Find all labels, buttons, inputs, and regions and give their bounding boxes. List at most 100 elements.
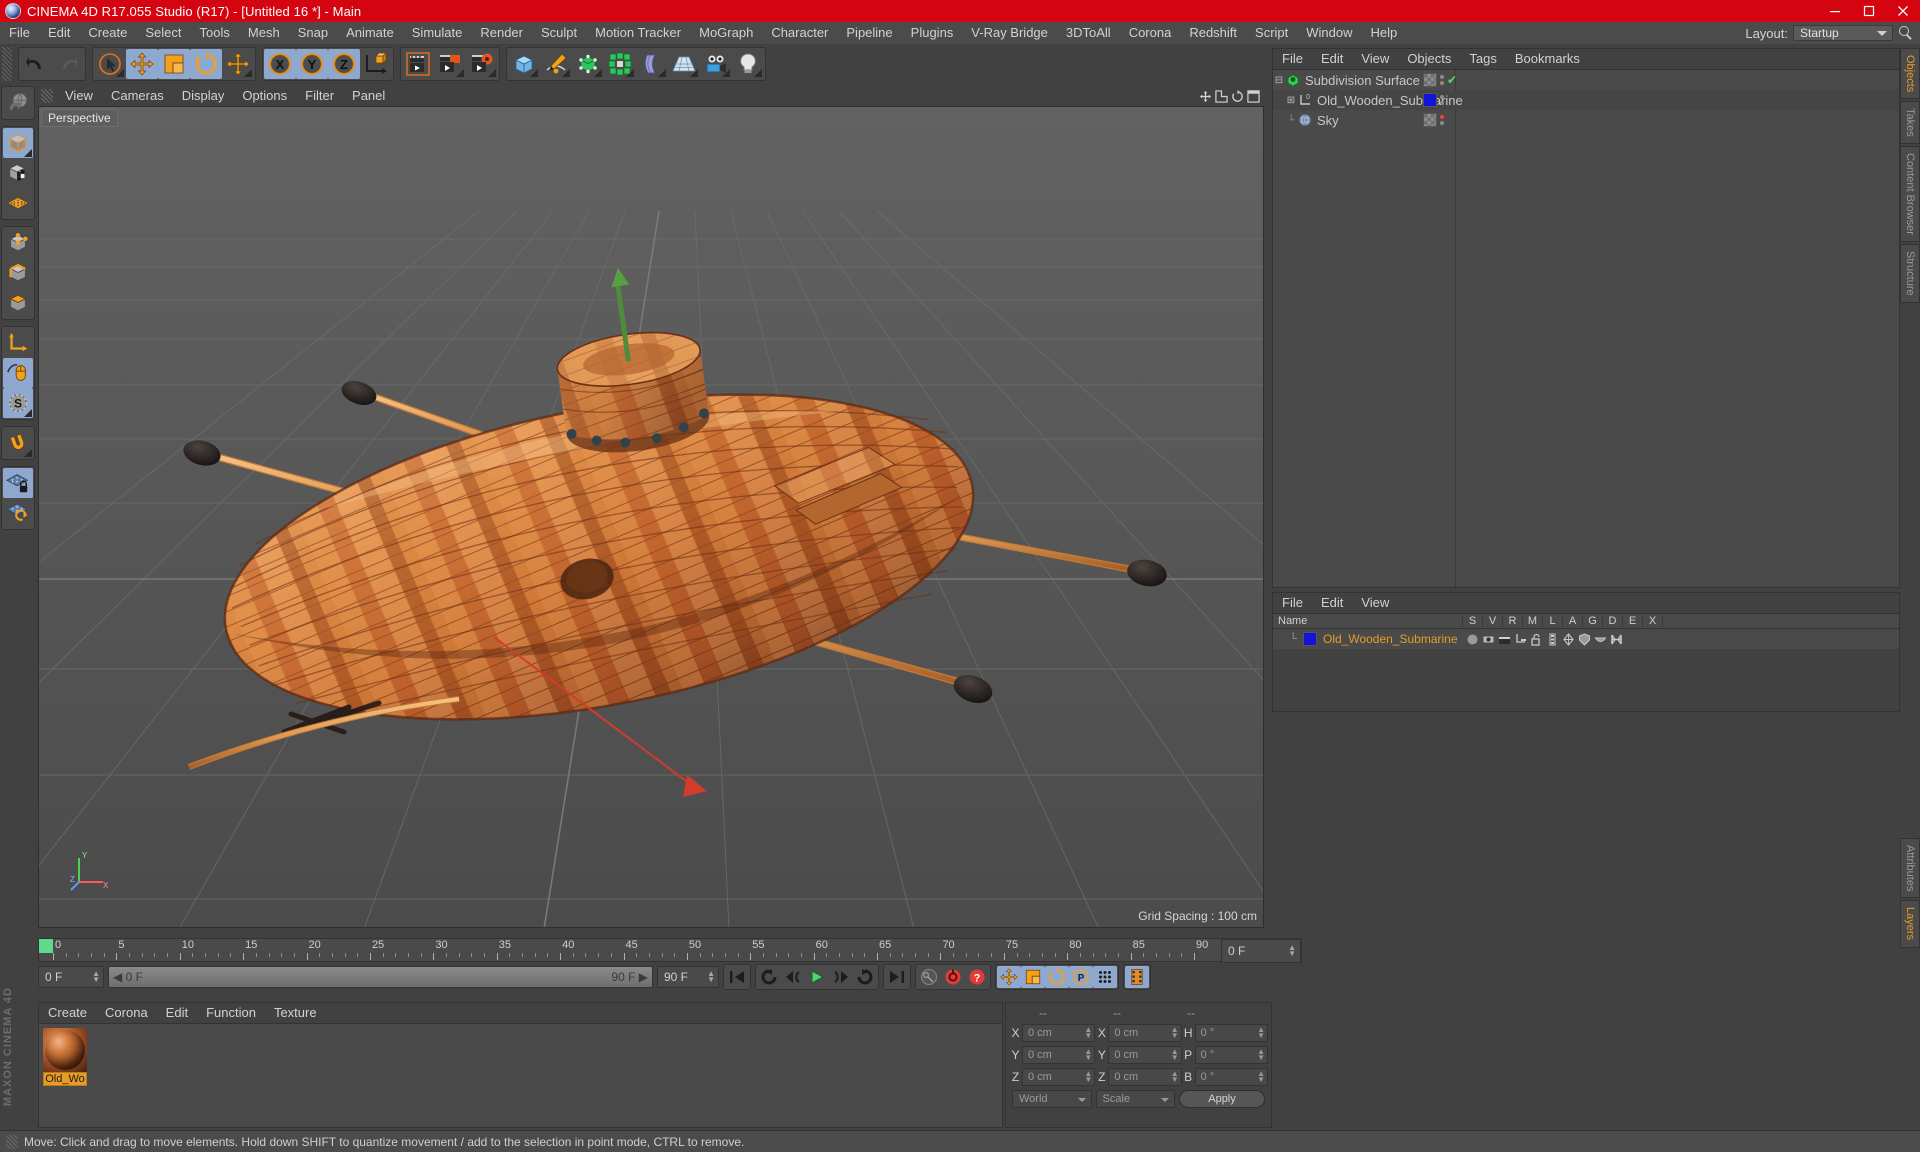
- coord-field-p-rotation[interactable]: 0 ° ▲ ▼: [1194, 1046, 1268, 1064]
- axis-z-button[interactable]: Z: [328, 49, 360, 79]
- minimize-icon[interactable]: [1818, 0, 1852, 22]
- viewport-menu-grip[interactable]: [41, 89, 53, 103]
- viewport-menu-panel[interactable]: Panel: [343, 86, 394, 106]
- viewport-menu-filter[interactable]: Filter: [296, 86, 343, 106]
- menu-create[interactable]: Create: [79, 22, 136, 44]
- layer-menu-file[interactable]: File: [1273, 593, 1312, 613]
- material-menu-corona[interactable]: Corona: [96, 1003, 157, 1023]
- coord-field-z-position[interactable]: 0 cm ▲ ▼: [1022, 1068, 1096, 1086]
- undo-button[interactable]: [20, 49, 52, 79]
- object-row-subdivision-surface[interactable]: ⊟ Subdivision Surface ✔: [1273, 70, 1899, 90]
- viewport-scale-icon[interactable]: [1215, 89, 1228, 103]
- object-tree[interactable]: ⊟ Subdivision Surface ✔ ⊞ 0 Old_Wooden_S…: [1273, 69, 1899, 587]
- submarine-model[interactable]: [39, 107, 1264, 928]
- edge-mode-button[interactable]: [3, 258, 33, 288]
- workplane-mode-button[interactable]: [3, 188, 33, 218]
- magnet-button[interactable]: [3, 428, 33, 458]
- material-item[interactable]: Old_Wo: [43, 1028, 87, 1086]
- viewport-menu-options[interactable]: Options: [233, 86, 296, 106]
- light-button[interactable]: [732, 49, 764, 79]
- record-active-objects-button[interactable]: [941, 966, 965, 988]
- spinner-icon[interactable]: ▲ ▼: [1257, 1026, 1265, 1040]
- viewport-rotate-icon[interactable]: [1231, 89, 1244, 103]
- spinner-icon[interactable]: ▲ ▼: [1257, 1048, 1265, 1062]
- spinner-icon[interactable]: ▲ ▼: [92, 970, 100, 984]
- keyframe-selection-button[interactable]: ?: [965, 966, 989, 988]
- material-menu-function[interactable]: Function: [197, 1003, 265, 1023]
- go-to-start-button[interactable]: [725, 966, 749, 988]
- object-tag-checker[interactable]: [1423, 113, 1437, 127]
- object-row-sky[interactable]: └ Sky: [1273, 110, 1899, 130]
- viewport-3d[interactable]: Perspective Grid Spacing : 100 cm Y X Z: [38, 106, 1264, 928]
- lock-workplane-button[interactable]: [3, 468, 33, 498]
- primitive-cube-button[interactable]: [508, 49, 540, 79]
- render-region-button[interactable]: [434, 49, 466, 79]
- menu-mograph[interactable]: MoGraph: [690, 22, 762, 44]
- search-icon[interactable]: [1898, 25, 1914, 41]
- workplane-toggle-button[interactable]: [3, 498, 33, 528]
- menu-animate[interactable]: Animate: [337, 22, 403, 44]
- status-bar-grip[interactable]: [6, 1134, 18, 1149]
- go-to-end-button[interactable]: [885, 966, 909, 988]
- layout-dropdown[interactable]: Startup: [1793, 25, 1893, 41]
- menu-character[interactable]: Character: [762, 22, 837, 44]
- rotate-tool-button[interactable]: [190, 49, 222, 79]
- generator-button[interactable]: [572, 49, 604, 79]
- cap-icon[interactable]: [1594, 633, 1607, 646]
- menu-mesh[interactable]: Mesh: [239, 22, 289, 44]
- material-tag-blue[interactable]: [1423, 93, 1437, 107]
- coordinate-mode-dropdown[interactable]: Scale: [1095, 1090, 1175, 1108]
- viewport-menu-display[interactable]: Display: [173, 86, 234, 106]
- menu-edit[interactable]: Edit: [39, 22, 79, 44]
- visibility-dots[interactable]: [1440, 115, 1444, 125]
- toolbar-grip[interactable]: [2, 47, 12, 81]
- spinner-icon[interactable]: ▲ ▼: [1084, 1070, 1092, 1084]
- undo-view-button[interactable]: [3, 88, 33, 118]
- end-frame-field[interactable]: 90 F ▲ ▼: [657, 966, 719, 988]
- expander-plus-icon[interactable]: ⊞: [1285, 95, 1297, 106]
- scale-key-button[interactable]: [1021, 966, 1045, 988]
- menu-help[interactable]: Help: [1362, 22, 1407, 44]
- layer-menu-edit[interactable]: Edit: [1312, 593, 1352, 613]
- menu-select[interactable]: Select: [136, 22, 190, 44]
- camera-button[interactable]: [700, 49, 732, 79]
- move-duplicate-button[interactable]: [222, 49, 254, 79]
- material-menu-texture[interactable]: Texture: [265, 1003, 326, 1023]
- array-button[interactable]: [604, 49, 636, 79]
- menu-tools[interactable]: Tools: [191, 22, 239, 44]
- world-coordinate-button[interactable]: [360, 49, 392, 79]
- material-menu-create[interactable]: Create: [39, 1003, 96, 1023]
- visibility-dots[interactable]: [1440, 75, 1444, 85]
- spinner-icon[interactable]: ▲ ▼: [1084, 1048, 1092, 1062]
- menu-pipeline[interactable]: Pipeline: [837, 22, 901, 44]
- sphere-gray-icon[interactable]: [1466, 633, 1479, 646]
- coordinate-system-dropdown[interactable]: World: [1012, 1090, 1092, 1108]
- viewport-maximize-icon[interactable]: [1247, 89, 1260, 103]
- object-menu-objects[interactable]: Objects: [1398, 49, 1460, 69]
- menu-motion-tracker[interactable]: Motion Tracker: [586, 22, 690, 44]
- object-tag-checker[interactable]: [1423, 73, 1437, 87]
- menu-3dtoall[interactable]: 3DToAll: [1057, 22, 1120, 44]
- maximize-icon[interactable]: [1852, 0, 1886, 22]
- scene-floor-button[interactable]: [668, 49, 700, 79]
- step-back-button[interactable]: [781, 966, 805, 988]
- menu-script[interactable]: Script: [1246, 22, 1297, 44]
- object-menu-bookmarks[interactable]: Bookmarks: [1506, 49, 1589, 69]
- coord-field-z-size[interactable]: 0 cm ▲ ▼: [1108, 1068, 1182, 1086]
- coord-field-x-position[interactable]: 0 cm ▲ ▼: [1022, 1024, 1096, 1042]
- object-axis-button[interactable]: [3, 328, 33, 358]
- axis-icon[interactable]: [1562, 632, 1575, 646]
- axis-x-button[interactable]: X: [264, 49, 296, 79]
- object-row-old-wooden-submarine[interactable]: ⊞ 0 Old_Wooden_Submarine: [1273, 90, 1899, 110]
- menu-snap[interactable]: Snap: [289, 22, 337, 44]
- close-icon[interactable]: [1886, 0, 1920, 22]
- polygon-mode-button[interactable]: [3, 288, 33, 318]
- pla-key-button[interactable]: [1093, 966, 1117, 988]
- menu-corona[interactable]: Corona: [1120, 22, 1181, 44]
- move-tool-button[interactable]: [126, 49, 158, 79]
- viewport-solo-button[interactable]: [3, 358, 33, 388]
- object-menu-file[interactable]: File: [1273, 49, 1312, 69]
- timeline-current-frame-box[interactable]: 0 F ▲ ▼: [1221, 939, 1301, 963]
- deformer-button[interactable]: [636, 49, 668, 79]
- timeline-scrollbar[interactable]: ◀ 0 F 90 F ▶: [108, 966, 653, 988]
